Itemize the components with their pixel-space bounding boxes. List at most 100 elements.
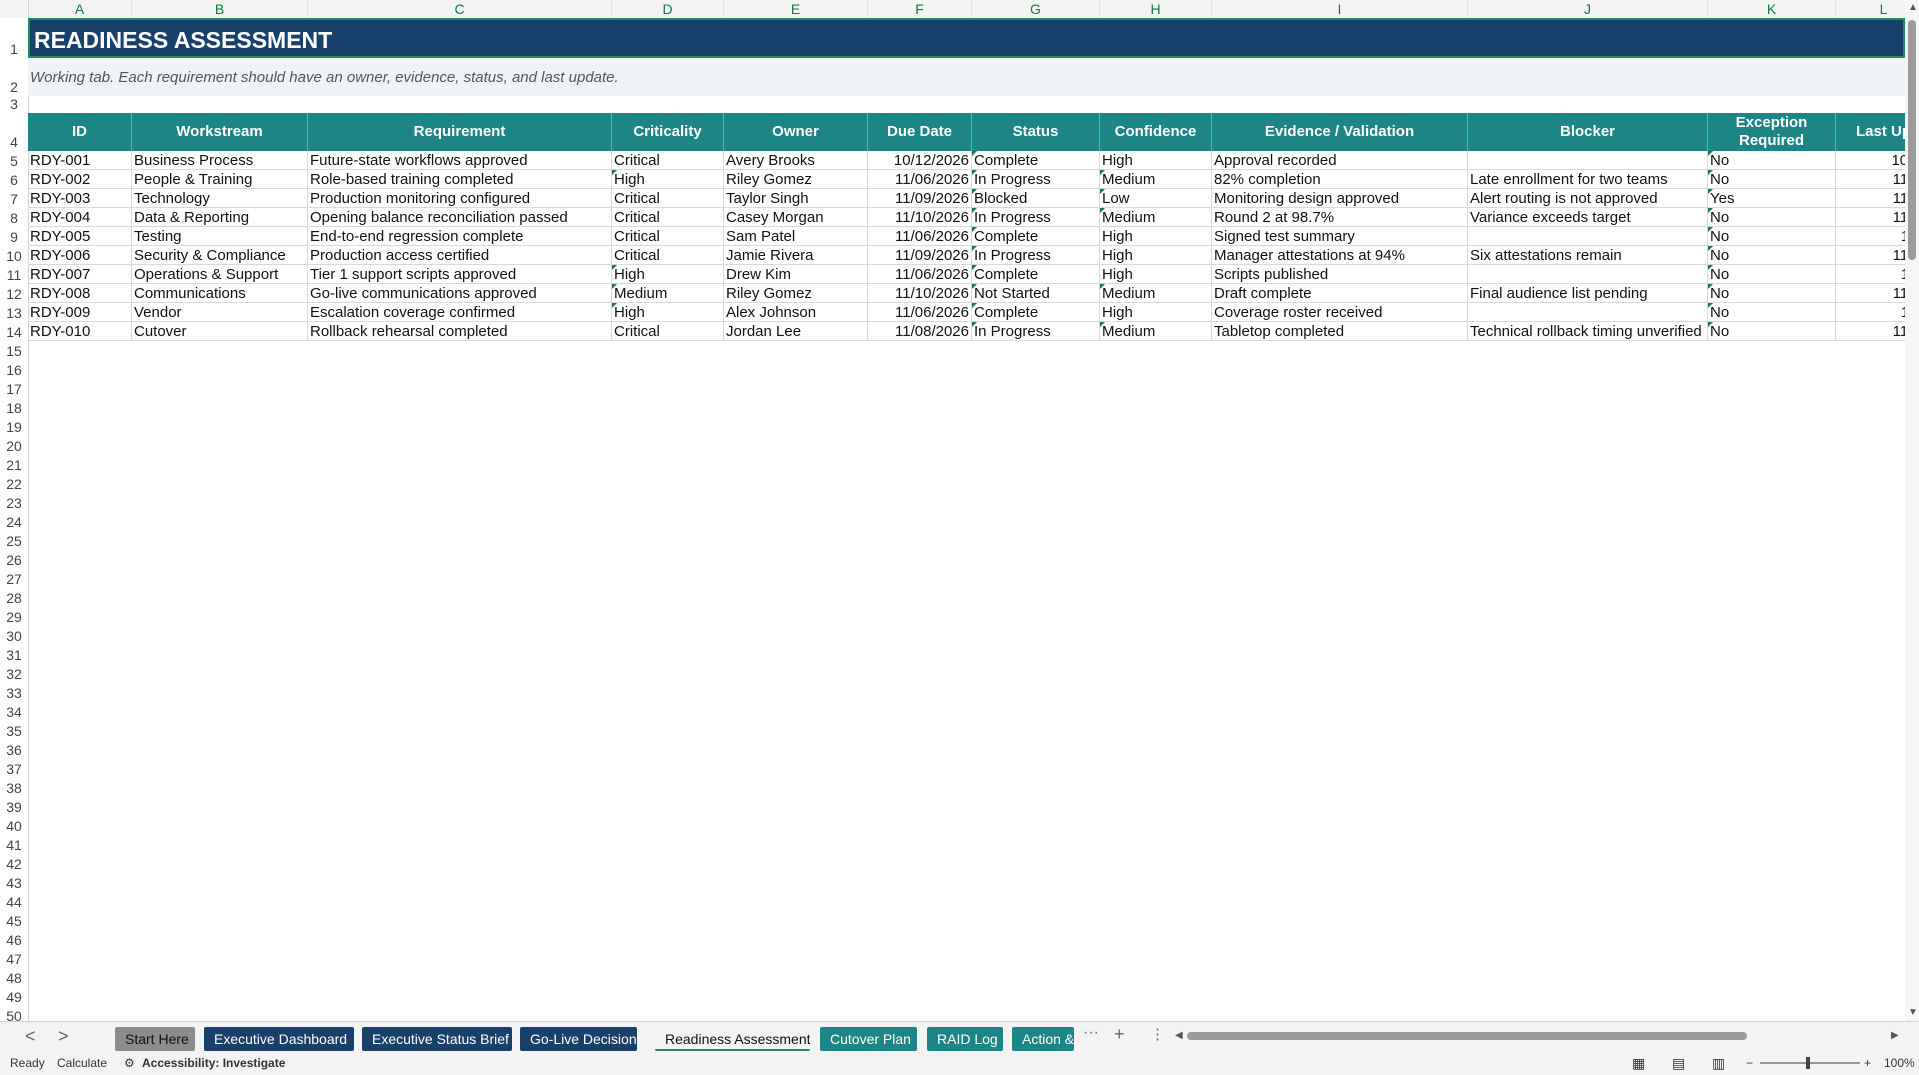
sheet-tab[interactable]: Action & (1012, 1027, 1074, 1051)
row-header[interactable]: 47 (0, 949, 28, 968)
table-cell[interactable]: RDY-009 (28, 303, 132, 322)
table-cell[interactable]: Tier 1 support scripts approved (308, 265, 612, 284)
table-cell[interactable]: Casey Morgan (724, 208, 868, 227)
column-header[interactable]: G (972, 0, 1100, 18)
table-cell[interactable] (1468, 265, 1708, 284)
table-cell[interactable]: Six attestations remain (1468, 246, 1708, 265)
table-header-cell[interactable]: Exception Required (1708, 113, 1836, 151)
table-cell[interactable]: Complete (972, 227, 1100, 246)
row-header[interactable]: 26 (0, 550, 28, 569)
table-cell[interactable]: Cutover (132, 322, 308, 341)
row-header[interactable]: 24 (0, 512, 28, 531)
table-cell[interactable]: Medium (1100, 322, 1212, 341)
table-cell[interactable]: People & Training (132, 170, 308, 189)
row-header[interactable]: 19 (0, 417, 28, 436)
row-header[interactable]: 20 (0, 436, 28, 455)
sheet-subtitle[interactable]: Working tab. Each requirement should hav… (28, 58, 1905, 96)
row-header[interactable]: 41 (0, 835, 28, 854)
row-header[interactable]: 23 (0, 493, 28, 512)
row-header[interactable]: 27 (0, 569, 28, 588)
scroll-right-icon[interactable]: ▶ (1891, 1030, 1899, 1041)
table-header-cell[interactable]: Owner (724, 113, 868, 151)
tab-scroll-right-icon[interactable]: > (58, 1026, 69, 1047)
row-header[interactable]: 1 (0, 18, 28, 58)
sheet-tab[interactable]: Cutover Plan (820, 1027, 917, 1051)
vertical-scrollbar[interactable]: ▲ ▼ (1905, 0, 1919, 1021)
table-cell[interactable]: 11/06/2026 (868, 303, 972, 322)
table-cell[interactable]: Technical rollback timing unverified (1468, 322, 1708, 341)
table-cell[interactable]: Critical (612, 227, 724, 246)
table-cell[interactable]: Role-based training completed (308, 170, 612, 189)
table-cell[interactable]: Alert routing is not approved (1468, 189, 1708, 208)
table-cell[interactable]: No (1708, 284, 1836, 303)
table-cell[interactable]: Final audience list pending (1468, 284, 1708, 303)
table-header-cell[interactable]: Evidence / Validation (1212, 113, 1468, 151)
table-cell[interactable]: High (612, 303, 724, 322)
table-cell[interactable]: Taylor Singh (724, 189, 868, 208)
row-header[interactable]: 21 (0, 455, 28, 474)
normal-view-icon[interactable]: ▦ (1632, 1051, 1645, 1075)
table-cell[interactable]: Security & Compliance (132, 246, 308, 265)
table-cell[interactable]: No (1708, 208, 1836, 227)
table-cell[interactable]: Late enrollment for two teams (1468, 170, 1708, 189)
column-header[interactable]: B (132, 0, 308, 18)
column-header[interactable]: H (1100, 0, 1212, 18)
table-cell[interactable]: 10/12 (1836, 151, 1905, 170)
row-header[interactable]: 16 (0, 360, 28, 379)
table-cell[interactable]: Approval recorded (1212, 151, 1468, 170)
table-cell[interactable]: RDY-001 (28, 151, 132, 170)
table-cell[interactable] (1468, 303, 1708, 322)
row-header[interactable]: 39 (0, 797, 28, 816)
table-cell[interactable]: Technology (132, 189, 308, 208)
table-cell[interactable]: No (1708, 227, 1836, 246)
table-cell[interactable]: Medium (1100, 208, 1212, 227)
accessibility-status[interactable]: Accessibility: Investigate (142, 1051, 285, 1075)
table-cell[interactable]: 10/12/2026 (868, 151, 972, 170)
table-cell[interactable]: High (1100, 246, 1212, 265)
table-cell[interactable]: RDY-002 (28, 170, 132, 189)
table-cell[interactable]: Complete (972, 151, 1100, 170)
table-cell[interactable]: No (1708, 246, 1836, 265)
table-cell[interactable]: No (1708, 303, 1836, 322)
row-header[interactable]: 14 (0, 322, 28, 341)
table-cell[interactable]: Scripts published (1212, 265, 1468, 284)
spreadsheet-grid[interactable]: ABCDEFGHIJKL 1 2 3 4 5 6 7 8 9 10 11 12 13 14 15 16 17 18… (0, 0, 1919, 1021)
table-cell[interactable]: 82% completion (1212, 170, 1468, 189)
sheet-title[interactable]: READINESS ASSESSMENT (28, 18, 1905, 58)
table-cell[interactable]: No (1708, 322, 1836, 341)
table-cell[interactable]: Opening balance reconciliation passed (308, 208, 612, 227)
row-header[interactable]: 8 (0, 208, 28, 227)
row-header[interactable]: 40 (0, 816, 28, 835)
table-cell[interactable]: Riley Gomez (724, 284, 868, 303)
table-cell[interactable]: End-to-end regression complete (308, 227, 612, 246)
row-header[interactable]: 30 (0, 626, 28, 645)
row-header[interactable]: 7 (0, 189, 28, 208)
table-header-cell[interactable]: Last Up (1836, 113, 1905, 151)
table-cell[interactable]: High (1100, 303, 1212, 322)
table-header-cell[interactable]: Criticality (612, 113, 724, 151)
row-header[interactable]: 45 (0, 911, 28, 930)
row-header[interactable]: 3 (0, 96, 28, 113)
row-header[interactable]: 36 (0, 740, 28, 759)
scroll-left-icon[interactable]: ◀ (1175, 1030, 1183, 1041)
add-sheet-icon[interactable]: + (1114, 1024, 1125, 1045)
table-cell[interactable]: 11/02 (1836, 246, 1905, 265)
column-header[interactable]: I (1212, 0, 1468, 18)
row-header[interactable]: 35 (0, 721, 28, 740)
column-header[interactable]: A (28, 0, 132, 18)
zoom-slider-handle[interactable] (1806, 1057, 1810, 1069)
row-header[interactable]: 13 (0, 303, 28, 322)
table-header-cell[interactable]: Due Date (868, 113, 972, 151)
table-cell[interactable]: Signed test summary (1212, 227, 1468, 246)
table-cell[interactable]: Medium (612, 284, 724, 303)
table-cell[interactable]: Vendor (132, 303, 308, 322)
table-cell[interactable]: RDY-005 (28, 227, 132, 246)
column-header[interactable]: C (308, 0, 612, 18)
zoom-level[interactable]: 100% (1884, 1051, 1915, 1075)
table-cell[interactable]: Critical (612, 246, 724, 265)
table-cell[interactable]: Drew Kim (724, 265, 868, 284)
table-cell[interactable]: In Progress (972, 208, 1100, 227)
table-cell[interactable]: Alex Johnson (724, 303, 868, 322)
column-header[interactable]: D (612, 0, 724, 18)
more-tabs-icon[interactable]: ··· (1083, 1024, 1099, 1042)
